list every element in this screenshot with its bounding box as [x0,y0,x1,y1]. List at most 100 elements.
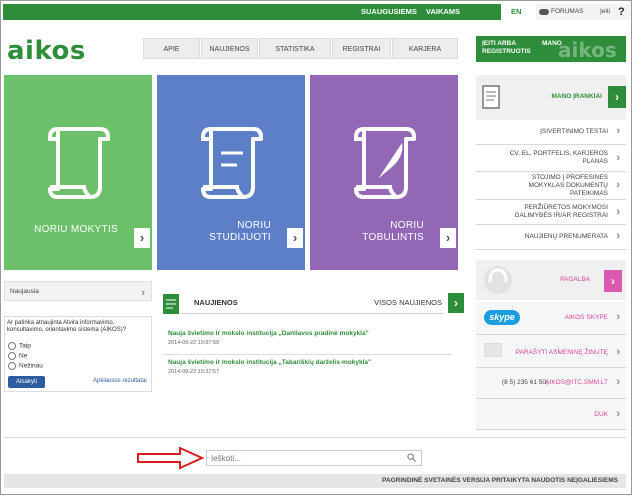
scroll-icon [201,127,263,199]
chevron-right-icon: › [616,125,620,137]
news-item[interactable]: Nauja švietimo ir mokslo institucija „Da… [168,330,369,346]
poll-question: Ar patinka atnaujinta Atvira informavimo… [7,320,127,333]
all-news-link[interactable]: VISOS NAUJIENOS [374,298,442,307]
tile-label-line1: NORIU MOKYTIS [34,224,118,235]
footer-accessibility-link[interactable]: PAGRINDINĖ SVETAINĖS VERSIJA PRITAIKYTA … [382,477,618,484]
tool-label-line: GALIMYBĖS IR/AR REGISTRAI [514,212,608,219]
nav-naujienos[interactable]: NAUJIENOS [201,38,258,59]
duk-label: DUK [594,411,608,418]
skype-row[interactable]: skype AIKOS SKYPE › [476,302,626,335]
radio-icon[interactable] [8,342,16,350]
phone-number: (8 5) 235 61 50 [501,379,546,386]
chevron-right-icon: › [616,230,620,242]
nav-karjera[interactable]: KARJERA [392,38,458,59]
link-en[interactable]: EN [511,4,521,20]
tile-label: NORIU TOBULINTIS [362,220,424,244]
news-header: NAUJIENOS [194,298,238,307]
radio-icon[interactable] [8,352,16,360]
tool-label-line: PERŽIŪRĖTOS MOKYMOSI [524,204,608,211]
naujausia-label: Naujausia [10,288,39,295]
tile-label-line1: NORIU [237,220,271,231]
tool-label-line: STOJIMO Į PROFESINES [531,174,608,181]
tile-label: NORIU STUDIJUOTI [209,220,271,244]
link-ieiti[interactable]: Įeiti [600,4,610,20]
chevron-right-icon: › [616,346,620,358]
skype-logo-icon: skype [484,310,520,325]
poll-option-label: Ne [19,352,28,360]
red-arrow-annotation-icon [137,446,204,470]
pagalba-row[interactable]: PAGALBA › [476,260,626,300]
footer-accessibility-bar[interactable]: PAGRINDINĖ SVETAINĖS VERSIJA PRITAIKYTA … [4,474,626,488]
headset-icon [484,266,512,294]
search-icon[interactable] [407,453,416,462]
search-input[interactable] [206,450,422,466]
tile-label-line2: STUDIJUOTI [209,232,271,243]
top-bar: SUAUGUSIEMS VAIKAMS EN FORUMAS Įeiti ? [3,4,631,20]
pagalba-arrow-icon[interactable]: › [604,270,622,292]
poll-option-taip[interactable]: Taip [8,342,31,351]
tile-label: NORIU MOKYTIS [34,224,118,236]
tool-label-line: PATEIKIMAS [569,190,608,197]
poll-submit-button[interactable]: Atsakyti [8,376,45,388]
poll-results-link[interactable]: Apklausos rezultatai [93,378,147,384]
tile-noriu-mokytis[interactable]: NORIU MOKYTIS › [4,75,152,270]
poll-option-label: Taip [19,342,31,350]
skype-label: AIKOS SKYPE [564,314,608,321]
chevron-right-icon: › [616,376,620,388]
message-row[interactable]: PARAŠYTI ASMENINĘ ŽINUTĘ › [476,335,626,368]
tile-label-line1: NORIU [390,220,424,231]
scroll-quill-icon [354,127,416,199]
duk-row[interactable]: DUK › [476,399,626,430]
content-divider [4,437,626,438]
tool-perziuretos-galimybes[interactable]: PERŽIŪRĖTOS MOKYMOSI GALIMYBĖS IR/AR REG… [476,200,626,225]
tool-label-line: PLANAS [582,158,608,165]
tool-label: STOJIMO Į PROFESINES MOKYKLAS DOKUMENTŲ … [529,174,608,198]
aikos-watermark: aikos [558,38,617,62]
poll-option-label: Nežinau [19,362,43,370]
chat-bubble-icon [539,9,549,15]
tile-label-line2: TOBULINTIS [362,232,424,243]
poll-option-ne[interactable]: Ne [8,352,27,361]
radio-icon[interactable] [8,362,16,370]
nav-statistika[interactable]: STATISTIKA [259,38,331,59]
tools-header[interactable]: MANO ĮRANKIAI › [476,75,626,120]
tile-arrow-icon[interactable]: › [134,228,150,248]
tile-arrow-icon[interactable]: › [440,228,456,248]
all-news-arrow-icon[interactable]: › [448,293,464,313]
news-item-title[interactable]: Nauja švietimo ir mokslo institucija „Da… [168,330,369,337]
nav-apie[interactable]: APIE [143,38,200,59]
tool-label: CV, EL. PORTFELIS, KARJEROS PLANAS [510,150,608,166]
tool-label-line: CV, EL. PORTFELIS, KARJEROS [509,150,608,157]
tile-arrow-icon[interactable]: › [287,228,303,248]
link-vaikams[interactable]: VAIKAMS [426,4,460,20]
document-icon [482,85,500,109]
link-suaugusiems[interactable]: SUAUGUSIEMS [361,4,417,20]
chevron-right-icon: › [616,206,620,218]
naujausia-dropdown[interactable]: Naujausia › [4,281,152,301]
login-label: ĮEITI ARBA REGISTRUOTIS [482,40,531,56]
tool-label: PERŽIŪRĖTOS MOKYMOSI GALIMYBĖS IR/AR REG… [514,204,608,220]
link-forumas[interactable]: FORUMAS [551,4,584,20]
envelope-icon [484,343,502,357]
nav-registrai[interactable]: REGISTRAI [332,38,391,59]
chevron-right-icon: › [616,311,620,323]
tool-stojimo-dokumentai[interactable]: STOJIMO Į PROFESINES MOKYKLAS DOKUMENTŲ … [476,172,626,200]
tools-title: MANO ĮRANKIAI [551,93,602,100]
tool-cv-portfelis[interactable]: CV, EL. PORTFELIS, KARJEROS PLANAS › [476,145,626,172]
tools-arrow-icon[interactable]: › [608,86,626,108]
tool-isivertinimo-testai[interactable]: ĮSIVERTINIMO TESTAI › [476,120,626,145]
tile-noriu-studijuoti[interactable]: NORIU STUDIJUOTI › [157,75,305,270]
chevron-right-icon: › [141,287,145,299]
tile-noriu-tobulintis[interactable]: NORIU TOBULINTIS › [310,75,458,270]
poll-box: Ar patinka atnaujinta Atvira informavimo… [4,316,152,392]
help-icon[interactable]: ? [618,4,625,20]
aikos-logo[interactable]: aikos [7,36,86,66]
chevron-right-icon: › [616,152,620,164]
login-box[interactable]: ĮEITI ARBA REGISTRUOTIS MANO aikos [476,36,626,62]
poll-option-nezinau[interactable]: Nežinau [8,362,43,371]
news-item-date: 2014-09-22 10:37:59 [168,340,220,346]
tool-naujienu-prenumerata[interactable]: NAUJIENŲ PRENUMERATA › [476,225,626,250]
email-link[interactable]: AIKOS@ITC.SMM.LT [545,379,608,386]
news-item[interactable]: Nauja švietimo ir mokslo institucija „Ta… [168,359,371,375]
news-item-title[interactable]: Nauja švietimo ir mokslo institucija „Ta… [168,359,371,366]
